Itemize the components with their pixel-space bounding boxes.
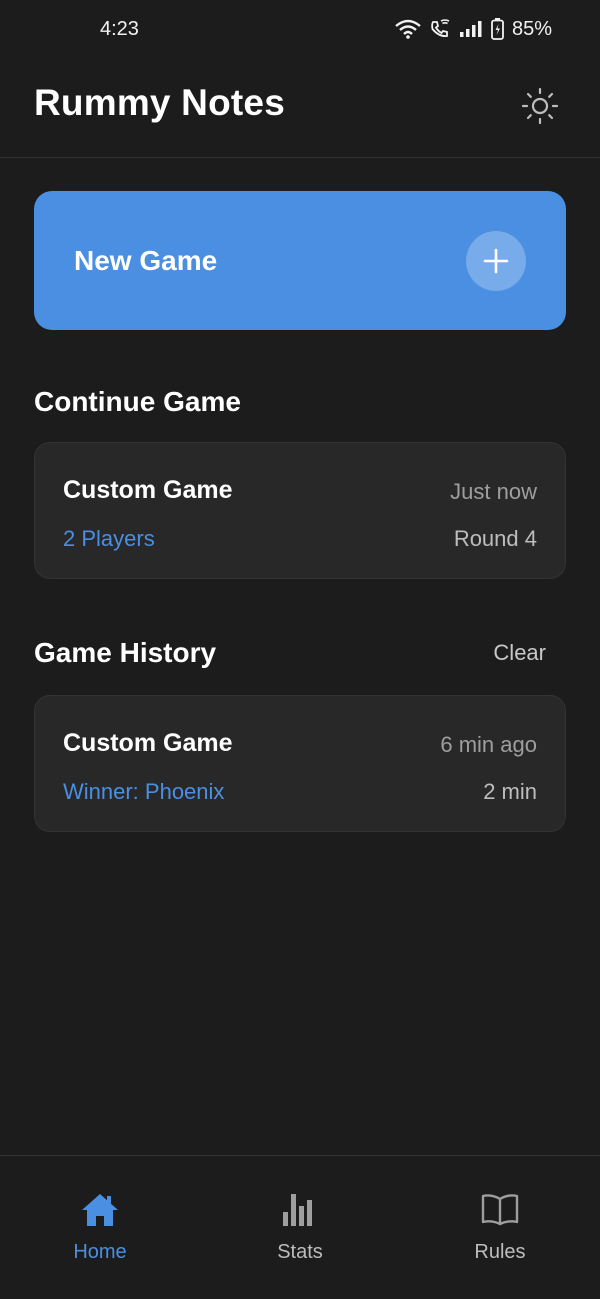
status-icons: 85% xyxy=(395,18,552,41)
status-time: 4:23 xyxy=(100,17,139,40)
bar-chart-icon xyxy=(283,1194,312,1226)
plus-icon xyxy=(466,231,526,291)
nav-label-stats: Stats xyxy=(277,1241,323,1263)
continue-game-heading: Continue Game xyxy=(34,386,241,417)
app-bar: Rummy Notes xyxy=(0,58,600,158)
game-time: 6 min ago xyxy=(440,732,537,757)
wifi-icon xyxy=(395,19,421,39)
wifi-call-icon xyxy=(431,19,450,38)
nav-item-home[interactable]: Home xyxy=(0,1156,200,1299)
game-time: Just now xyxy=(450,479,537,504)
nav-label-home: Home xyxy=(73,1241,127,1263)
signal-icon xyxy=(459,21,482,37)
round-number: Round 4 xyxy=(453,526,537,551)
history-item[interactable]: Custom Game 6 min ago Winner: Phoenix 2 … xyxy=(34,695,566,832)
new-game-label: New Game xyxy=(74,245,218,276)
battery-percent: 85% xyxy=(511,17,552,40)
home-icon xyxy=(82,1194,118,1226)
theme-toggle-button[interactable] xyxy=(518,84,562,128)
home-screen: 4:23 85% Rummy Notes New Game Continue G… xyxy=(0,0,600,1299)
nav-item-stats[interactable]: Stats xyxy=(200,1156,400,1299)
nav-item-rules[interactable]: Rules xyxy=(400,1156,600,1299)
new-game-button[interactable]: New Game xyxy=(34,191,566,330)
game-duration: 2 min xyxy=(483,779,537,804)
app-title: Rummy Notes xyxy=(34,82,285,123)
player-count: 2 Players xyxy=(63,526,155,551)
game-winner: Winner: Phoenix xyxy=(63,779,225,804)
sun-icon xyxy=(521,87,559,125)
status-bar: 4:23 85% xyxy=(0,0,600,58)
book-icon xyxy=(481,1194,519,1226)
game-name: Custom Game xyxy=(63,729,233,757)
nav-label-rules: Rules xyxy=(474,1241,526,1263)
bottom-nav: Home Stats Rules xyxy=(0,1155,600,1299)
game-name: Custom Game xyxy=(63,476,233,504)
continue-game-card[interactable]: Custom Game Just now 2 Players Round 4 xyxy=(34,442,566,579)
game-history-heading: Game History xyxy=(34,637,217,668)
clear-history-button[interactable]: Clear xyxy=(493,640,546,666)
battery-icon xyxy=(491,18,504,40)
